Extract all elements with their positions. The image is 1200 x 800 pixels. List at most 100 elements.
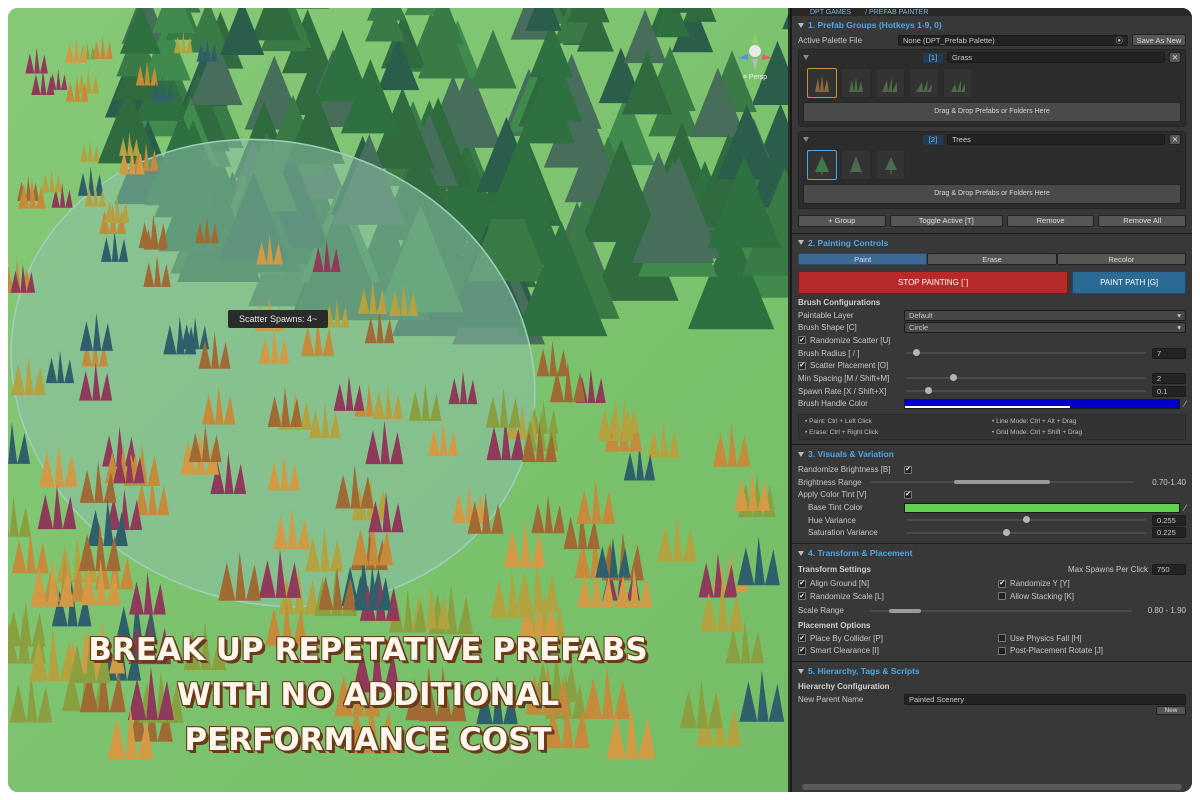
- palette-field[interactable]: None (DPT_Prefab Palette) ⦿: [898, 34, 1128, 46]
- max-spawns-input[interactable]: 750: [1152, 564, 1186, 576]
- prefab-thumb[interactable]: [875, 149, 905, 180]
- drop-zone-grass[interactable]: Drag & Drop Prefabs or Folders Here: [803, 101, 1181, 122]
- tree-mark: [566, 8, 610, 23]
- stop-painting-button[interactable]: STOP PAINTING [`]: [798, 270, 1069, 294]
- eyedropper-icon[interactable]: ⁄: [1184, 503, 1186, 513]
- paint-path-button[interactable]: PAINT PATH [G]: [1072, 270, 1186, 294]
- mode-paint-tab[interactable]: Paint: [798, 253, 928, 266]
- section-header-hierarchy[interactable]: 5. Hierarchy, Tags & Scripts: [798, 662, 1186, 680]
- hue-variance-slider[interactable]: [904, 514, 1148, 526]
- mode-recolor-tab[interactable]: Recolor: [1056, 253, 1186, 266]
- remove-button[interactable]: Remove: [1006, 214, 1095, 227]
- prefab-thumb[interactable]: [841, 149, 871, 180]
- scale-range-slider[interactable]: [868, 605, 1134, 617]
- use-physics-fall-checkbox[interactable]: [998, 634, 1006, 643]
- drop-zone-trees[interactable]: Drag & Drop Prefabs or Folders Here: [803, 183, 1181, 204]
- prefab-group-trees: [2] Trees ✕ Drag & Drop Prefabs or Folde…: [798, 130, 1186, 209]
- topbar-tool: / PREFAB PAINTER: [865, 9, 929, 16]
- scatter-tooltip: Scatter Spawns: 4~: [228, 310, 329, 328]
- min-spacing-slider[interactable]: [904, 372, 1148, 384]
- smart-clearance-checkbox[interactable]: ✔: [798, 646, 806, 655]
- apply-tint-label: Apply Color Tint [V]: [798, 490, 867, 500]
- shortcut-help-box: • Paint: Ctrl + Left Click • Line Mode: …: [798, 414, 1186, 441]
- foldout-arrow-icon: [798, 22, 804, 28]
- group-name-input[interactable]: Grass: [947, 52, 1165, 64]
- section-header-prefab-groups[interactable]: 1. Prefab Groups (Hotkeys 1-9, 0): [798, 16, 1186, 34]
- parent-name-input[interactable]: Painted Scenery: [904, 693, 1186, 705]
- randomize-brightness-checkbox[interactable]: ✔: [904, 465, 912, 474]
- caption-line-1: BREAK UP REPETATIVE PREFABS: [88, 632, 648, 668]
- allow-stacking-checkbox[interactable]: [998, 592, 1006, 601]
- max-spawns-label: Max Spawns Per Click: [1067, 565, 1148, 575]
- place-by-collider-checkbox[interactable]: ✔: [798, 634, 806, 643]
- handle-color-swatch[interactable]: [904, 398, 1181, 409]
- brush-radius-input[interactable]: 7: [1152, 347, 1186, 359]
- help-grid-mode: • Grid Mode: Ctrl + Shift + Drag: [992, 429, 1083, 437]
- post-rotate-checkbox[interactable]: [998, 646, 1006, 655]
- group-index: [2]: [923, 134, 943, 145]
- saturation-variance-slider[interactable]: [904, 527, 1148, 539]
- apply-tint-checkbox[interactable]: ✔: [904, 490, 912, 499]
- add-group-button[interactable]: + Group: [798, 214, 886, 227]
- randomize-scatter-checkbox[interactable]: ✔: [798, 336, 806, 345]
- close-icon[interactable]: ✕: [1169, 134, 1181, 146]
- section-header-painting[interactable]: 2. Painting Controls: [798, 234, 1186, 252]
- brush-shape-dropdown[interactable]: Circle ▾: [904, 322, 1186, 334]
- prefab-thumb[interactable]: [909, 67, 939, 98]
- randomize-scale-checkbox[interactable]: ✔: [798, 592, 806, 601]
- hue-variance-label: Hue Variance: [808, 515, 856, 525]
- section-hierarchy: 5. Hierarchy, Tags & Scripts Hierarchy C…: [792, 662, 1192, 720]
- help-paint: • Paint: Ctrl + Left Click: [805, 418, 872, 426]
- section-header-transform[interactable]: 4. Transform & Placement: [798, 544, 1186, 562]
- tree-mark: [671, 8, 708, 13]
- brush-radius-slider[interactable]: [904, 347, 1148, 359]
- toggle-active-button[interactable]: Toggle Active [T]: [889, 214, 1003, 227]
- group-foldout-icon[interactable]: [803, 137, 809, 143]
- smart-clearance-label: Smart Clearance [I]: [810, 646, 879, 656]
- saturation-variance-input[interactable]: 0.225: [1152, 527, 1186, 539]
- prefab-thumb[interactable]: [841, 67, 871, 98]
- spawn-rate-slider[interactable]: [904, 385, 1148, 397]
- hue-variance-input[interactable]: 0.255: [1152, 514, 1186, 526]
- section-visuals: 3. Visuals & Variation Randomize Brightn…: [792, 445, 1192, 545]
- save-as-new-button[interactable]: Save As New: [1132, 34, 1186, 47]
- hierarchy-config-heading: Hierarchy Configuration: [798, 682, 890, 692]
- chevron-down-icon: ▾: [1177, 323, 1181, 333]
- remove-all-button[interactable]: Remove All: [1098, 214, 1186, 227]
- close-icon[interactable]: ✕: [1169, 52, 1181, 64]
- align-ground-checkbox[interactable]: ✔: [798, 579, 806, 588]
- base-tint-label: Base Tint Color: [808, 503, 863, 513]
- transform-settings-heading: Transform Settings: [798, 565, 871, 575]
- saturation-variance-label: Saturation Variance: [808, 528, 878, 538]
- prefab-thumb[interactable]: [943, 67, 973, 98]
- palette-label: Active Palette File: [798, 35, 863, 45]
- section-header-visuals[interactable]: 3. Visuals & Variation: [798, 445, 1186, 463]
- mode-erase-tab[interactable]: Erase: [927, 253, 1057, 266]
- spawn-rate-input[interactable]: 0.1: [1152, 385, 1186, 397]
- horizontal-scrollbar[interactable]: [802, 784, 1182, 790]
- scatter-placement-label: Scatter Placement [O]: [810, 361, 889, 371]
- prefab-thumb[interactable]: [807, 149, 837, 180]
- align-ground-label: Align Ground [N]: [810, 579, 870, 589]
- base-tint-swatch[interactable]: [904, 502, 1181, 513]
- scatter-placement-checkbox[interactable]: ✔: [798, 361, 806, 370]
- group-name-input[interactable]: Trees: [947, 134, 1165, 146]
- caption-line-3: PERFORMANCE COST: [184, 722, 552, 758]
- randomize-y-checkbox[interactable]: ✔: [998, 579, 1006, 588]
- eyedropper-icon[interactable]: ⁄: [1184, 399, 1186, 409]
- scene-view[interactable]: ≡ Persp Scatter Spawns: 4~ BREAK UP REPE…: [8, 8, 788, 792]
- group-foldout-icon[interactable]: [803, 55, 809, 61]
- foldout-arrow-icon: [798, 240, 804, 246]
- brush-config-heading: Brush Configurations: [798, 297, 881, 307]
- brush-shape-label: Brush Shape [C]: [798, 323, 857, 333]
- min-spacing-input[interactable]: 2: [1152, 372, 1186, 384]
- randomize-scale-label: Randomize Scale [L]: [810, 591, 884, 601]
- prefab-thumb[interactable]: [807, 67, 837, 98]
- scene-gizmo[interactable]: ≡ Persp: [732, 28, 778, 88]
- brightness-range-slider[interactable]: [868, 476, 1136, 488]
- object-picker-icon[interactable]: ⦿: [1116, 36, 1124, 45]
- prefab-thumb[interactable]: [875, 67, 905, 98]
- paintable-layer-dropdown[interactable]: Default ▾: [904, 309, 1186, 321]
- prefab-group-grass: [1] Grass ✕ Drag & Drop Prefabs or Folde…: [798, 48, 1186, 127]
- new-parent-button[interactable]: New: [1156, 706, 1186, 716]
